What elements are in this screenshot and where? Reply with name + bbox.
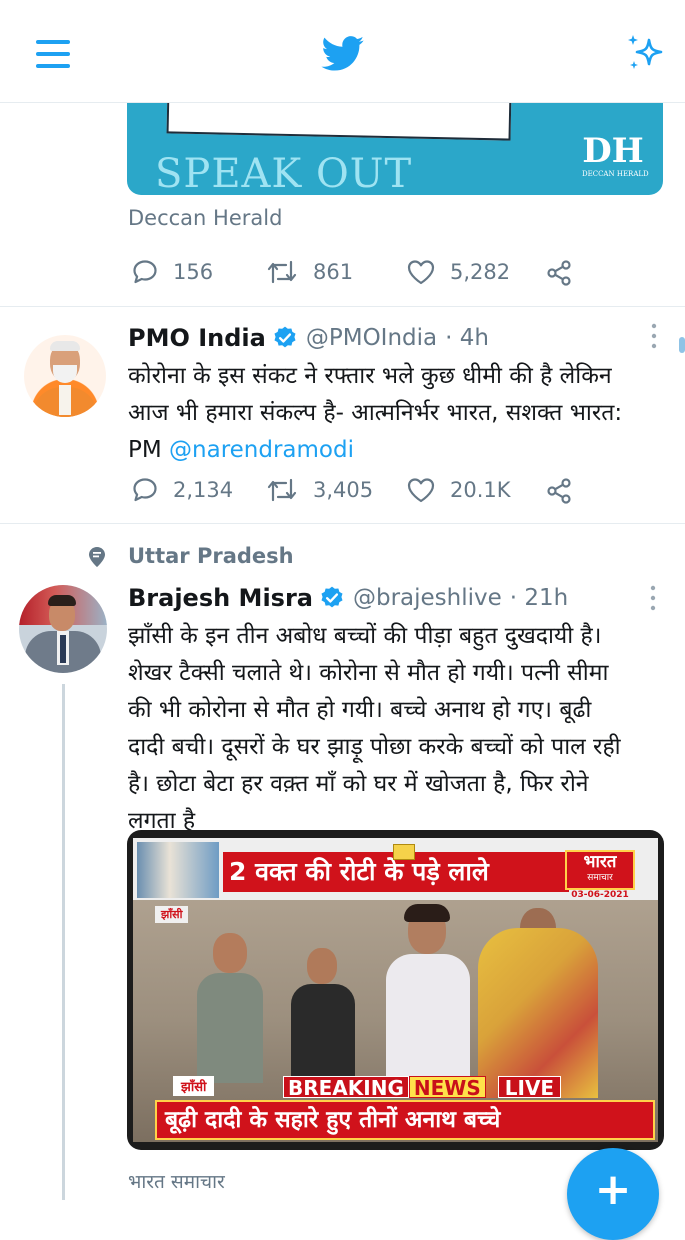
tweet-line: झाँसी के इन तीन अबोध बच्चों की पीड़ा बहु… xyxy=(128,623,602,649)
compose-tweet-fab[interactable]: + xyxy=(567,1148,659,1240)
scrollbar-thumb[interactable] xyxy=(679,337,685,353)
share-icon[interactable] xyxy=(545,477,573,509)
author-name[interactable]: Brajesh Misra xyxy=(128,584,313,612)
tv-person-grandmother xyxy=(478,908,598,1098)
news-label: NEWS xyxy=(408,1076,486,1099)
verified-badge-icon xyxy=(274,326,296,348)
author-name[interactable]: PMO India xyxy=(128,324,266,352)
tv-person-boy xyxy=(195,933,265,1083)
plus-icon: + xyxy=(594,1164,632,1215)
tv-channel-logo: भारत समाचार xyxy=(565,850,635,890)
tweet-divider xyxy=(0,523,685,524)
tweet-text-pmo: कोरोना के इस संकट ने रफ्तार भले कुछ धीमी… xyxy=(128,358,668,469)
breaking-label: BREAKING xyxy=(283,1076,409,1099)
avatar-hair xyxy=(48,595,76,606)
tv-thumbnail-kids xyxy=(137,842,219,898)
tv-screen: 2 वक्त की रोटी के पड़े लाले भारत समाचार … xyxy=(133,838,658,1142)
tweet-divider xyxy=(0,306,685,307)
retweet-icon xyxy=(267,260,297,284)
channel-subname: समाचार xyxy=(587,873,613,883)
avatar-tie xyxy=(60,635,66,663)
heart-icon xyxy=(407,478,435,503)
tweet-line: आज भी हमारा संकल्प है- आत्मनिर्भर भारत, … xyxy=(128,400,623,426)
tweet-line-prefix: PM xyxy=(128,437,170,463)
like-action[interactable]: 20.1K xyxy=(406,476,511,504)
sparkle-icon[interactable] xyxy=(624,32,666,74)
avatar-shirt xyxy=(59,385,71,415)
retweet-count: 3,405 xyxy=(313,478,374,502)
avatar-brajesh-misra[interactable] xyxy=(19,585,107,673)
tweet-line: शेखर टैक्सी चलाते थे। कोरोना से मौत हो ग… xyxy=(128,660,609,686)
like-count: 20.1K xyxy=(450,478,511,502)
reply-icon xyxy=(133,478,157,502)
card-source-label[interactable]: Deccan Herald xyxy=(128,206,282,230)
envelope-icon xyxy=(393,844,415,860)
tweet-line: दादी बची। दूसरों के घर झाड़ू पोछा करके ब… xyxy=(128,734,621,760)
author-handle[interactable]: @brajeshlive xyxy=(353,585,502,611)
retweet-action[interactable]: 3,405 xyxy=(265,476,373,504)
tv-breaking-strip: BREAKING NEWS LIVE xyxy=(283,1076,562,1099)
twitter-bird-icon[interactable] xyxy=(321,36,365,72)
top-app-bar xyxy=(0,0,685,103)
tweet-line: PM @narendramodi xyxy=(128,432,668,469)
heart-icon xyxy=(407,260,435,285)
hamburger-menu-icon[interactable] xyxy=(34,36,74,72)
tweet-time[interactable]: · 4h xyxy=(445,325,489,351)
avatar-hair xyxy=(50,341,80,351)
tweet-line: कोरोना के इस संकट ने रफ्तार भले कुछ धीमी… xyxy=(128,363,612,389)
reply-count: 156 xyxy=(173,260,214,284)
dh-logo: DH DECCAN HERALD xyxy=(582,131,649,179)
thread-line xyxy=(62,684,65,1200)
channel-name: भारत xyxy=(583,852,617,872)
location-pin-icon xyxy=(87,546,107,572)
like-count: 5,282 xyxy=(450,260,511,284)
tv-place-tag: झाँसी xyxy=(155,906,189,923)
verified-badge-icon xyxy=(321,586,343,608)
retweet-action[interactable]: 861 xyxy=(265,258,353,286)
tv-person-girl xyxy=(378,904,478,1098)
card-image-paper xyxy=(166,103,512,141)
author-handle[interactable]: @PMOIndia xyxy=(306,325,437,351)
reply-action[interactable]: 156 xyxy=(131,258,213,286)
avatar-pmo-india[interactable] xyxy=(24,335,106,417)
tv-date: 03-06-2021 xyxy=(571,890,629,900)
tweet-line: की भी कोरोना से मौत हो गयी। बच्चे अनाथ ह… xyxy=(128,697,592,723)
dh-logo-letters: DH xyxy=(582,131,644,171)
speak-out-text: SPEAK OUT xyxy=(155,151,413,195)
tweet-header-brajesh: Brajesh Misra @brajeshlive · 21h xyxy=(128,584,568,612)
media-source-label[interactable]: भारत समाचार xyxy=(128,1168,225,1194)
tv-place-tag-bottom: झाँसी xyxy=(173,1076,215,1096)
like-action[interactable]: 5,282 xyxy=(406,258,510,286)
share-icon[interactable] xyxy=(545,259,573,291)
live-label: LIVE xyxy=(497,1076,562,1099)
reply-count: 2,134 xyxy=(173,478,234,502)
reply-action[interactable]: 2,134 xyxy=(131,476,233,504)
mention-link[interactable]: @narendramodi xyxy=(169,437,354,463)
context-label[interactable]: Uttar Pradesh xyxy=(128,544,294,568)
avatar-beard xyxy=(53,365,77,383)
retweet-icon xyxy=(267,478,297,502)
tweet-header-pmo: PMO India @PMOIndia · 4h xyxy=(128,324,489,352)
tv-headline-bottom: बूढ़ी दादी के सहारे हुए तीनों अनाथ बच्चे xyxy=(155,1100,655,1140)
tweet-media-image[interactable]: 2 वक्त की रोटी के पड़े लाले भारत समाचार … xyxy=(127,830,664,1150)
tweet-time[interactable]: · 21h xyxy=(510,585,568,611)
deccan-herald-card-image[interactable]: SPEAK OUT DH DECCAN HERALD xyxy=(127,103,663,195)
more-options-icon[interactable] xyxy=(649,584,659,617)
tweet-text-brajesh: झाँसी के इन तीन अबोध बच्चों की पीड़ा बहु… xyxy=(128,618,673,840)
more-options-icon[interactable] xyxy=(649,322,659,350)
dh-logo-subtext: DECCAN HERALD xyxy=(582,170,649,178)
tweet-line: है। छोटा बेटा हर वक़्त माँ को घर में खोज… xyxy=(128,771,589,797)
retweet-count: 861 xyxy=(313,260,354,284)
reply-icon xyxy=(133,260,157,284)
